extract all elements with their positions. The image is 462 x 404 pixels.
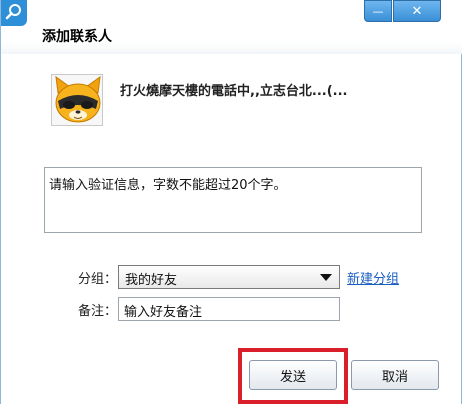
new-group-link[interactable]: 新建分组 <box>347 268 399 287</box>
add-contact-dialog: 添加联系人 — ✕ 打火燒摩天樓的電話中,,立志台北...(... 请输入验证信… <box>0 0 462 404</box>
title-bar: 添加联系人 — ✕ <box>1 0 462 54</box>
group-label: 分组： <box>78 272 118 287</box>
verification-message-input[interactable]: 请输入验证信息，字数不能超过20个字。 <box>44 167 422 233</box>
cancel-button[interactable]: 取消 <box>351 360 439 390</box>
remark-label: 备注： <box>78 304 118 319</box>
group-select[interactable]: 我的好友 <box>118 265 340 289</box>
chevron-down-icon <box>320 274 332 281</box>
search-icon <box>1 0 27 26</box>
minimize-icon: — <box>372 4 384 18</box>
minimize-button[interactable]: — <box>364 0 392 22</box>
send-button[interactable]: 发送 <box>249 360 337 390</box>
close-button[interactable]: ✕ <box>393 0 441 22</box>
avatar <box>51 74 103 126</box>
remark-input[interactable]: 输入好友备注 <box>118 297 340 321</box>
contact-name: 打火燒摩天樓的電話中,,立志台北...(... <box>120 84 348 99</box>
window-title: 添加联系人 <box>42 29 112 45</box>
close-icon: ✕ <box>411 3 423 19</box>
group-select-value: 我的好友 <box>125 273 178 288</box>
